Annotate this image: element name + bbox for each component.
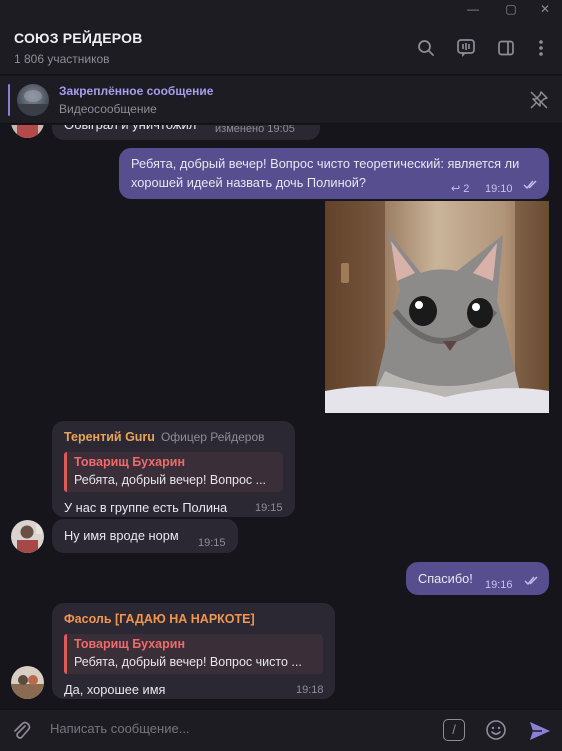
message-incoming[interactable]: Терентий Guru Офицер Рейдеров Товарищ Бух… bbox=[52, 421, 295, 517]
quoted-text: Ребята, добрый вечер! Вопрос ... bbox=[74, 473, 267, 487]
attach-icon[interactable] bbox=[10, 720, 32, 742]
chat-title: СОЮЗ РЕЙДЕРОВ bbox=[14, 30, 143, 46]
pinned-accent-bar bbox=[8, 84, 10, 116]
sidebar-icon[interactable] bbox=[495, 37, 517, 59]
message-composer: Написать сообщение... / bbox=[0, 709, 562, 751]
quoted-author: Товарищ Бухарин bbox=[74, 455, 185, 469]
message-time: 19:15 bbox=[198, 537, 226, 549]
pinned-text: Видеосообщение bbox=[59, 102, 157, 116]
member-count: 1 806 участников bbox=[14, 52, 110, 66]
message-time: 19:15 bbox=[255, 502, 283, 514]
message-text: У нас в группе есть Полина bbox=[64, 500, 228, 515]
message-outgoing[interactable]: Спасибо! 19:16 bbox=[406, 562, 549, 595]
emoji-icon[interactable] bbox=[485, 719, 507, 741]
sender-name[interactable]: Терентий Guru bbox=[64, 430, 155, 444]
close-button[interactable]: ✕ bbox=[538, 2, 552, 16]
voice-chat-icon[interactable] bbox=[455, 37, 477, 59]
sender-line: Фасоль [ГАДАЮ НА НАРКОТЕ] bbox=[64, 609, 323, 629]
message-time: 19:10 bbox=[485, 183, 513, 195]
message-incoming[interactable]: Обыграл и уничтожил изменено 19:05 bbox=[52, 125, 320, 140]
sender-name[interactable]: Фасоль [ГАДАЮ НА НАРКОТЕ] bbox=[64, 612, 255, 626]
search-icon[interactable] bbox=[415, 37, 437, 59]
message-text: Спасибо! bbox=[418, 571, 473, 586]
message-input[interactable]: Написать сообщение... bbox=[50, 721, 190, 736]
chat-header[interactable]: СОЮЗ РЕЙДЕРОВ 1 806 участников bbox=[0, 18, 562, 75]
window-titlebar: — ▢ ✕ bbox=[0, 0, 562, 18]
message-text: Ребята, добрый вечер! Вопрос чисто теоре… bbox=[131, 156, 520, 190]
message-time: изменено 19:05 bbox=[215, 125, 295, 135]
message-time: 19:16 bbox=[485, 579, 513, 591]
read-checkmarks-icon bbox=[524, 574, 540, 593]
message-text: Ну имя вроде норм bbox=[64, 528, 179, 543]
bot-commands-icon[interactable]: / bbox=[443, 719, 465, 741]
avatar[interactable] bbox=[11, 520, 44, 553]
cat-photo[interactable] bbox=[325, 201, 549, 413]
quoted-reply[interactable]: Товарищ Бухарин Ребята, добрый вечер! Во… bbox=[64, 634, 323, 674]
message-time: 19:18 bbox=[296, 684, 324, 696]
quoted-text: Ребята, добрый вечер! Вопрос чисто ... bbox=[74, 655, 302, 669]
pinned-title: Закреплённое сообщение bbox=[59, 84, 214, 98]
minimize-button[interactable]: — bbox=[466, 2, 480, 16]
quoted-reply[interactable]: Товарищ Бухарин Ребята, добрый вечер! Во… bbox=[64, 452, 283, 492]
avatar[interactable] bbox=[11, 666, 44, 699]
unpin-icon[interactable] bbox=[528, 89, 550, 111]
read-checkmarks-icon bbox=[523, 178, 539, 197]
sender-line: Терентий Guru Офицер Рейдеров bbox=[64, 427, 283, 447]
reply-count[interactable]: ↩ 2 bbox=[451, 180, 469, 199]
message-text: Да, хорошее имя bbox=[64, 682, 166, 697]
pinned-thumbnail bbox=[17, 84, 49, 116]
message-incoming[interactable]: Фасоль [ГАДАЮ НА НАРКОТЕ] Товарищ Бухари… bbox=[52, 603, 335, 699]
quoted-author: Товарищ Бухарин bbox=[74, 637, 185, 651]
message-outgoing[interactable]: Ребята, добрый вечер! Вопрос чисто теоре… bbox=[119, 148, 549, 199]
sender-role: Офицер Рейдеров bbox=[160, 430, 265, 444]
message-list[interactable]: Обыграл и уничтожил изменено 19:05 Ребят… bbox=[0, 125, 562, 709]
avatar[interactable] bbox=[11, 125, 44, 138]
maximize-button[interactable]: ▢ bbox=[504, 2, 518, 16]
message-incoming[interactable]: Ну имя вроде норм 19:15 bbox=[52, 519, 238, 553]
reply-arrow-icon: ↩ bbox=[451, 183, 461, 195]
more-icon[interactable] bbox=[530, 37, 552, 59]
pinned-message-bar[interactable]: Закреплённое сообщение Видеосообщение bbox=[0, 76, 562, 124]
send-icon[interactable] bbox=[528, 719, 552, 743]
message-text: Обыграл и уничтожил bbox=[64, 125, 196, 134]
